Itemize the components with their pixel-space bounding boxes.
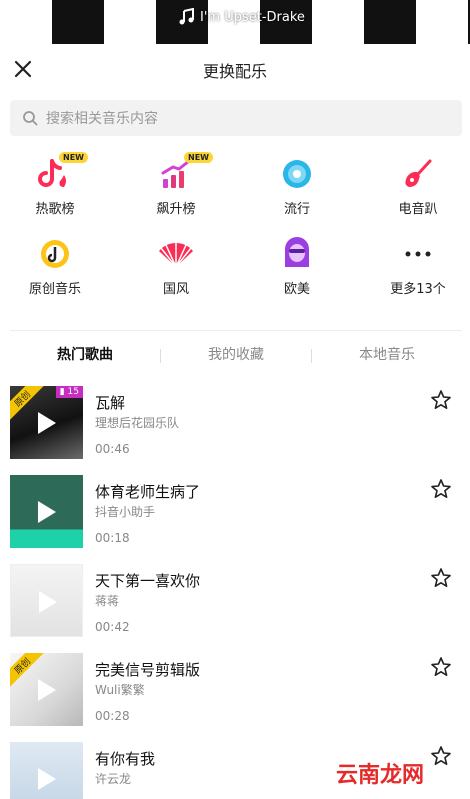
chart-bars-icon: ▮ — [59, 387, 68, 397]
electric-guitar-icon — [405, 159, 432, 187]
category-original[interactable]: 原创音乐 — [5, 234, 105, 297]
category-hot[interactable]: NEW 热歌榜 — [5, 152, 105, 217]
play-icon — [38, 679, 56, 701]
category-label: 更多13个 — [390, 282, 446, 297]
song-duration: 00:42 — [95, 620, 130, 634]
favorite-star-icon[interactable] — [430, 567, 452, 589]
music-note-icon — [179, 8, 194, 25]
section-divider — [10, 330, 462, 331]
play-icon — [38, 501, 56, 523]
music-tabs: 热门歌曲 我的收藏 本地音乐 — [0, 344, 470, 368]
song-title: 体育老师生病了 — [95, 483, 201, 501]
new-badge: NEW — [59, 152, 88, 163]
chinese-fan-icon — [159, 242, 193, 268]
pop-disc-icon — [283, 160, 311, 188]
song-cover[interactable] — [10, 742, 83, 799]
category-electronic[interactable]: 电音趴 — [368, 154, 468, 217]
category-pop[interactable]: 流行 — [247, 154, 347, 217]
song-row[interactable]: 天下第一喜欢你 蒋蒋 00:42 — [0, 562, 470, 651]
tab-local-music[interactable]: 本地音乐 — [309, 344, 465, 364]
song-artist: 许云龙 — [95, 772, 132, 786]
page-title: 更换配乐 — [202, 62, 267, 81]
song-artist: 抖音小助手 — [95, 505, 156, 519]
category-label: 飙升榜 — [156, 202, 196, 217]
close-icon[interactable] — [10, 4, 36, 30]
favorite-star-icon[interactable] — [430, 478, 452, 500]
tab-favorites[interactable]: 我的收藏 — [158, 344, 314, 364]
category-label: 欧美 — [283, 282, 310, 297]
music-picker-sheet: 更换配乐 搜索相关音乐内容 NEW 热歌榜 NEW 飙升榜 流行 电音趴 原创音… — [0, 44, 470, 799]
category-label: 电音趴 — [398, 202, 438, 217]
search-placeholder: 搜索相关音乐内容 — [46, 111, 158, 127]
usage-count: 15 — [67, 387, 79, 397]
song-duration: 00:46 — [95, 442, 130, 456]
song-row[interactable]: 体育老师生病了 抖音小助手 00:18 — [0, 473, 470, 562]
play-icon — [39, 591, 57, 613]
song-cover[interactable] — [10, 564, 83, 637]
song-artist: Wuli繁繁 — [95, 683, 145, 697]
video-preview-strip: I'm Upset-Drake 翻转 — [0, 0, 470, 44]
current-song-title: I'm Upset-Drake — [200, 9, 305, 25]
category-chinese-style[interactable]: 国风 — [126, 234, 226, 297]
song-duration: 00:18 — [95, 531, 130, 545]
sheet-header: 更换配乐 — [0, 44, 470, 94]
favorite-star-icon[interactable] — [430, 389, 452, 411]
flip-button[interactable]: 翻转 — [426, 2, 460, 44]
song-title: 有你有我 — [95, 750, 156, 768]
play-icon — [38, 768, 56, 790]
category-label: 国风 — [162, 282, 189, 297]
song-artist: 理想后花园乐队 — [95, 416, 180, 430]
song-title: 瓦解 — [95, 394, 126, 412]
search-icon — [23, 111, 38, 126]
play-icon — [38, 412, 56, 434]
category-western[interactable]: 欧美 — [247, 234, 347, 297]
western-avatar-icon — [285, 237, 309, 267]
category-rising[interactable]: NEW 飙升榜 — [126, 152, 226, 217]
song-row[interactable]: 原创 完美信号剪辑版 Wuli繁繁 00:28 — [0, 651, 470, 740]
original-music-icon — [41, 240, 69, 268]
search-input[interactable]: 搜索相关音乐内容 — [10, 100, 462, 136]
current-song[interactable]: I'm Upset-Drake — [178, 8, 305, 26]
new-badge: NEW — [184, 152, 213, 163]
tab-hot-songs[interactable]: 热门歌曲 — [7, 344, 163, 364]
category-label: 原创音乐 — [28, 282, 81, 297]
song-title: 天下第一喜欢你 — [95, 572, 201, 590]
flip-label: 翻转 — [433, 36, 452, 44]
song-row[interactable]: 原创 ▮ 15 瓦解 理想后花园乐队 00:46 — [0, 384, 470, 473]
favorite-star-icon[interactable] — [430, 745, 452, 767]
song-title: 完美信号剪辑版 — [95, 661, 201, 679]
song-cover[interactable]: 原创 — [10, 653, 83, 726]
category-more[interactable]: 更多13个 — [368, 234, 468, 297]
category-label: 热歌榜 — [35, 202, 75, 217]
favorite-star-icon[interactable] — [430, 656, 452, 678]
watermark: 云南龙网 — [336, 763, 425, 788]
flip-icon — [430, 3, 456, 29]
usage-count-badge: ▮ 15 — [55, 386, 83, 398]
song-duration: 00:28 — [95, 709, 130, 723]
category-label: 流行 — [283, 202, 310, 217]
song-artist: 蒋蒋 — [95, 594, 120, 608]
more-dots-icon — [405, 251, 431, 257]
song-cover[interactable] — [10, 475, 83, 548]
song-cover[interactable]: 原创 ▮ 15 — [10, 386, 83, 459]
